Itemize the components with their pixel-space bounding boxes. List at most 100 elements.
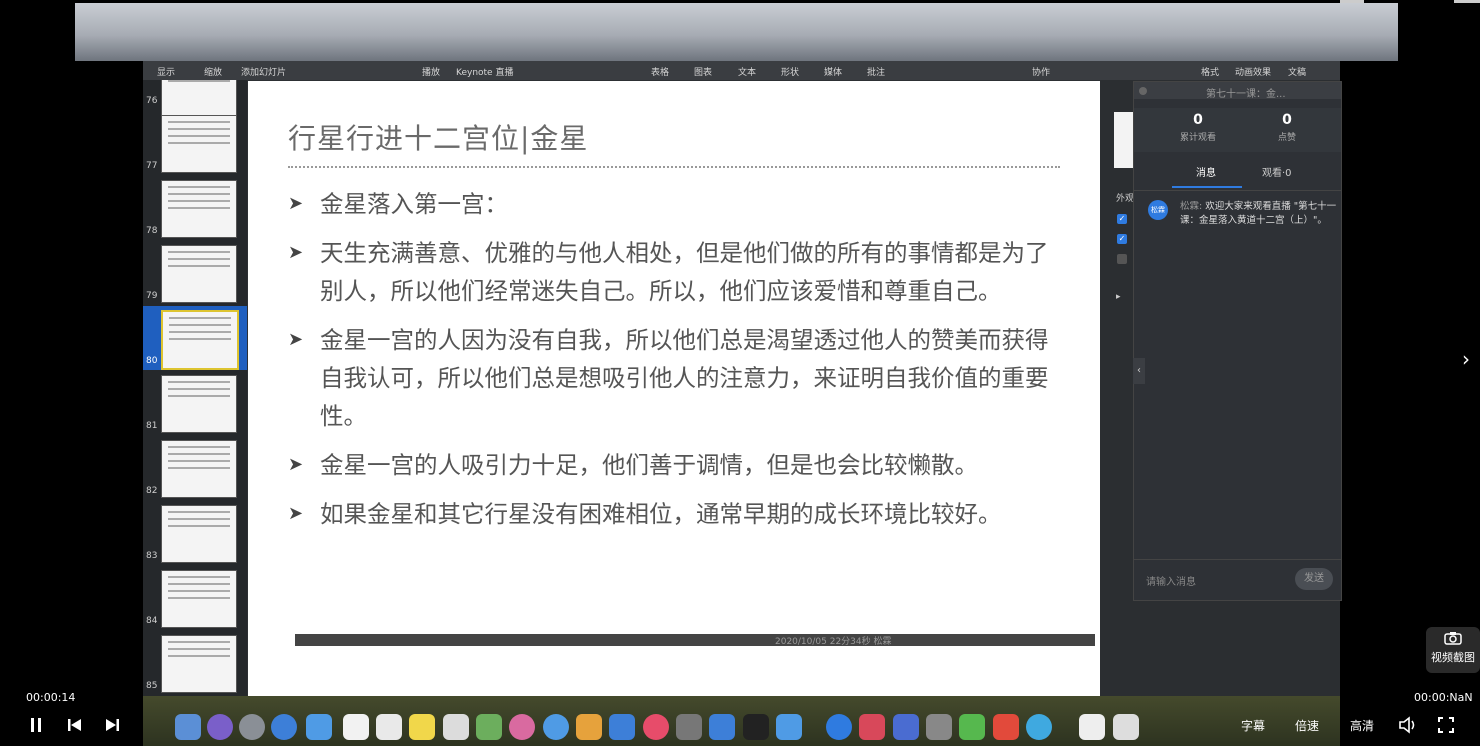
toolbar-collaborate: 协作 <box>1032 68 1051 78</box>
slide-thumbnail <box>161 635 237 693</box>
dock-app-icon <box>993 714 1019 740</box>
toolbar-shape: 形状 <box>781 68 800 78</box>
stat-value: 0 <box>1282 112 1292 128</box>
fullscreen-button[interactable] <box>1437 716 1455 738</box>
next-chevron-icon[interactable]: › <box>1462 347 1470 371</box>
toolbar-table: 表格 <box>651 68 670 78</box>
message-input-row: 请输入消息 发送 <box>1134 559 1341 600</box>
dock-app-icon <box>826 714 852 740</box>
dock-app-icon <box>959 714 985 740</box>
live-stream-panel: 第七十一课：金... 0 累计观看 0 点赞 消息 观看·0 松霖 松霖: 欢迎… <box>1133 81 1342 601</box>
slide-thumbnail <box>161 180 237 238</box>
next-button[interactable] <box>103 716 121 738</box>
dock-app-icon <box>239 714 265 740</box>
live-tabs: 消息 观看·0 <box>1134 162 1341 191</box>
mac-dock <box>143 696 1340 746</box>
slide-title: 行星行进十二宫位|金星 <box>288 122 589 155</box>
arrow-bullet-icon: ➤ <box>288 329 304 350</box>
dock-app-icon <box>543 714 569 740</box>
toolbar-media: 媒体 <box>824 68 843 78</box>
dock-app-icon <box>306 714 332 740</box>
chat-username: 松霖: <box>1180 201 1203 212</box>
dock-app-icon <box>1026 714 1052 740</box>
toolbar-text: 文本 <box>738 68 757 78</box>
dock-app-icon <box>676 714 702 740</box>
toolbar-animate: 动画效果 <box>1235 68 1272 78</box>
appearance-label: 外观 <box>1116 194 1135 204</box>
dock-app-icon <box>859 714 885 740</box>
dock-app-icon <box>509 714 535 740</box>
slide-thumbnail <box>161 80 237 118</box>
quality-button[interactable]: 高清 <box>1350 717 1374 734</box>
stat-likes: 0 点赞 <box>1247 112 1327 143</box>
dock-app-icon <box>175 714 201 740</box>
previous-button[interactable] <box>66 716 84 738</box>
slide-number: 84 <box>146 616 158 626</box>
time-current: 00:00:14 <box>26 691 76 704</box>
toolbar-add-slide: 添加幻灯片 <box>241 68 287 78</box>
slide: 行星行进十二宫位|金星 ➤ 金星落入第一宫： ➤ 天生充满善意、优雅的与他人相处，但… <box>248 81 1100 696</box>
slide-navigator: 76 77 78 79 80 81 82 83 84 85 <box>143 80 247 698</box>
arrow-bullet-icon: ➤ <box>288 193 304 214</box>
bullet-text: 金星一宫的人因为没有自我，所以他们总是渴望透过他人的赞美而获得自我认可，所以他们… <box>320 326 1049 430</box>
disclosure-triangle-icon[interactable]: ▸ <box>1116 292 1121 302</box>
chat-text: 欢迎大家来观看直播 "第七十一课：金星落入黄道十二宫（上）"。 <box>1180 201 1337 226</box>
slide-thumbnail <box>161 570 237 628</box>
dock-app-icon <box>376 714 402 740</box>
chat-message: 松霖: 欢迎大家来观看直播 "第七十一课：金星落入黄道十二宫（上）"。 <box>1180 200 1338 228</box>
bullet-item: ➤ 金星落入第一宫： <box>288 185 1058 223</box>
tab-messages[interactable]: 消息 <box>1196 164 1216 179</box>
dock-app-icon <box>1113 714 1139 740</box>
slide-thumbnail <box>161 505 237 563</box>
toolbar-view: 显示 <box>157 68 176 78</box>
message-input[interactable]: 请输入消息 <box>1146 573 1196 588</box>
bullet-item: ➤ 如果金星和其它行星没有困难相位，通常早期的成长环境比较好。 <box>288 495 1058 533</box>
stat-total-views: 0 累计观看 <box>1158 112 1238 143</box>
checkbox[interactable]: ✓ <box>1117 234 1127 244</box>
bullet-text: 金星落入第一宫： <box>320 190 508 218</box>
skip-forward-icon <box>106 719 119 731</box>
bullet-text: 如果金星和其它行星没有困难相位，通常早期的成长环境比较好。 <box>320 500 1002 528</box>
slide-number: 82 <box>146 486 158 496</box>
collapse-panel-chevron-icon[interactable]: ‹ <box>1133 358 1145 384</box>
dock-app-icon <box>476 714 502 740</box>
slide-number: 81 <box>146 421 158 431</box>
dock-app-icon <box>776 714 802 740</box>
checkbox[interactable] <box>1117 254 1127 264</box>
toolbar-play: 播放 <box>422 68 441 78</box>
stat-value: 0 <box>1193 112 1203 128</box>
avatar: 松霖 <box>1148 200 1168 220</box>
slide-number: 83 <box>146 551 158 561</box>
video-top-band <box>75 3 1398 61</box>
speed-button[interactable]: 倍速 <box>1295 717 1319 734</box>
tab-viewers[interactable]: 观看·0 <box>1262 164 1292 179</box>
bullet-text: 金星一宫的人吸引力十足，他们善于调情，但是也会比较懒散。 <box>320 451 978 479</box>
slide-thumbnail-selected <box>161 310 239 370</box>
subtitle-button[interactable]: 字幕 <box>1241 717 1265 734</box>
corner-mark <box>1454 0 1480 3</box>
close-dot-icon[interactable] <box>1139 87 1147 95</box>
video-snapshot-button[interactable]: 视频截图 <box>1426 627 1480 673</box>
arrow-bullet-icon: ➤ <box>288 454 304 475</box>
slide-thumbnail <box>161 440 237 498</box>
arrow-bullet-icon: ➤ <box>288 242 304 263</box>
dock-app-icon <box>576 714 602 740</box>
keynote-toolbar: 显示 缩放 添加幻灯片 播放 Keynote 直播 表格 图表 文本 形状 媒体… <box>143 61 1340 80</box>
send-button[interactable]: 发送 <box>1295 568 1333 590</box>
pause-button[interactable] <box>28 716 44 738</box>
slide-number: 76 <box>146 96 158 106</box>
slide-thumbnail <box>161 375 237 433</box>
fullscreen-icon <box>1438 717 1454 733</box>
dock-app-icon <box>409 714 435 740</box>
checkbox[interactable]: ✓ <box>1117 214 1127 224</box>
slide-number-selected: 80 <box>146 356 158 366</box>
bullet-item: ➤ 金星一宫的人因为没有自我，所以他们总是渴望透过他人的赞美而获得自我认可，所以他… <box>288 321 1058 435</box>
dock-app-icon <box>893 714 919 740</box>
stat-label: 累计观看 <box>1179 133 1216 143</box>
status-strip: 2020/10/05 22分34秒 松霖 <box>295 634 1095 647</box>
dock-app-icon <box>643 714 669 740</box>
dock-app-icon <box>443 714 469 740</box>
camera-icon <box>1426 631 1480 649</box>
volume-button[interactable] <box>1398 716 1418 738</box>
toolbar-keynote-live: Keynote 直播 <box>456 68 514 78</box>
